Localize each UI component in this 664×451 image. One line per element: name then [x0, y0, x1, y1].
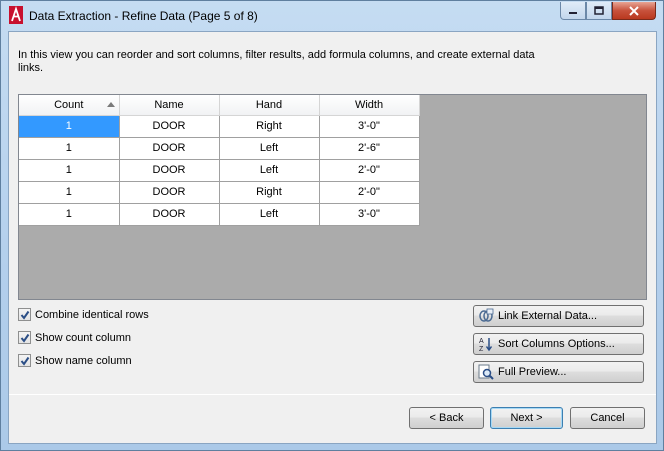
autocad-logo-icon[interactable]	[9, 6, 23, 24]
table-cell[interactable]: 2'-0"	[319, 181, 420, 204]
sort-ascending-icon	[106, 102, 115, 107]
close-button[interactable]	[612, 2, 656, 20]
show-name-column-option[interactable]: Show name column	[18, 354, 132, 367]
checkmark-icon	[20, 310, 29, 320]
table-header-row: Count Name Hand Width	[19, 95, 420, 116]
maximize-icon	[594, 6, 604, 15]
column-header-label: Width	[354, 98, 384, 111]
table-cell[interactable]: Right	[219, 181, 320, 204]
window-title: Data Extraction - Refine Data (Page 5 of…	[29, 9, 258, 23]
title-bar[interactable]: Data Extraction - Refine Data (Page 5 of…	[1, 1, 663, 31]
sort-columns-options-button[interactable]: A Z Sort Columns Options...	[473, 333, 644, 355]
table-cell[interactable]: DOOR	[119, 181, 220, 204]
table-cell[interactable]: 1	[19, 203, 120, 226]
cancel-button[interactable]: Cancel	[570, 407, 645, 429]
minimize-icon	[569, 11, 577, 14]
svg-text:Z: Z	[479, 346, 484, 352]
cancel-button-label: Cancel	[590, 412, 625, 424]
full-preview-button[interactable]: Full Preview...	[473, 361, 644, 383]
table-cell[interactable]: DOOR	[119, 115, 220, 138]
footer-separator	[9, 394, 656, 395]
table-cell[interactable]: Right	[219, 115, 320, 138]
back-button[interactable]: < Back	[409, 407, 484, 429]
table-row[interactable]: 1 DOOR Right 2'-0"	[19, 181, 420, 204]
show-count-column-label: Show count column	[35, 331, 131, 344]
link-external-data-label: Link External Data...	[498, 310, 598, 322]
table-row[interactable]: 1 DOOR Left 3'-0"	[19, 203, 420, 226]
combine-identical-rows-option[interactable]: Combine identical rows	[18, 308, 149, 321]
link-external-data-button[interactable]: Link External Data...	[473, 305, 644, 327]
window-controls	[560, 2, 656, 20]
checkmark-icon	[20, 356, 29, 366]
checkmark-icon	[20, 333, 29, 343]
table-cell[interactable]: 3'-0"	[319, 115, 420, 138]
sort-az-icon: A Z	[478, 336, 494, 352]
table-row[interactable]: 1 DOOR Left 2'-6"	[19, 137, 420, 160]
combine-identical-rows-label: Combine identical rows	[35, 308, 149, 321]
magnifier-preview-icon	[478, 364, 494, 380]
table-cell[interactable]: DOOR	[119, 137, 220, 160]
show-name-column-checkbox[interactable]	[18, 354, 31, 367]
instructions-text: In this view you can reorder and sort co…	[18, 49, 535, 74]
column-header-label: Count	[54, 98, 84, 111]
column-header-name[interactable]: Name	[119, 95, 220, 116]
table-cell[interactable]: DOOR	[119, 203, 220, 226]
next-button-label: Next >	[510, 412, 543, 424]
table-cell[interactable]: DOOR	[119, 159, 220, 182]
table-cell[interactable]: 1	[19, 115, 120, 138]
column-header-count[interactable]: Count	[19, 95, 120, 116]
show-count-column-checkbox[interactable]	[18, 331, 31, 344]
sort-columns-options-label: Sort Columns Options...	[498, 338, 615, 350]
table-cell[interactable]: 1	[19, 181, 120, 204]
show-name-column-label: Show name column	[35, 354, 132, 367]
data-table: Count Name Hand Width 1 DOOR Right 3'-0"	[19, 95, 420, 226]
next-button[interactable]: Next >	[490, 407, 563, 429]
minimize-button[interactable]	[560, 2, 586, 20]
dialog-window: Data Extraction - Refine Data (Page 5 of…	[0, 0, 664, 451]
table-cell[interactable]: Left	[219, 159, 320, 182]
link-external-data-icon	[478, 308, 494, 324]
column-header-width[interactable]: Width	[319, 95, 420, 116]
maximize-button[interactable]	[586, 2, 612, 20]
close-icon	[629, 5, 639, 16]
svg-text:A: A	[479, 338, 484, 345]
dialog-client-area: In this view you can reorder and sort co…	[8, 31, 657, 444]
table-cell[interactable]: 2'-6"	[319, 137, 420, 160]
full-preview-label: Full Preview...	[498, 366, 567, 378]
table-cell[interactable]: 2'-0"	[319, 159, 420, 182]
table-cell[interactable]: 3'-0"	[319, 203, 420, 226]
table-cell[interactable]: 1	[19, 159, 120, 182]
back-button-label: < Back	[429, 412, 464, 424]
table-row[interactable]: 1 DOOR Left 2'-0"	[19, 159, 420, 182]
column-header-label: Name	[154, 98, 184, 111]
data-grid[interactable]: Count Name Hand Width 1 DOOR Right 3'-0"	[18, 94, 647, 300]
column-header-label: Hand	[255, 98, 283, 111]
table-row[interactable]: 1 DOOR Right 3'-0"	[19, 115, 420, 138]
show-count-column-option[interactable]: Show count column	[18, 331, 131, 344]
column-header-hand[interactable]: Hand	[219, 95, 320, 116]
table-cell[interactable]: Left	[219, 203, 320, 226]
table-cell[interactable]: 1	[19, 137, 120, 160]
combine-identical-rows-checkbox[interactable]	[18, 308, 31, 321]
table-cell[interactable]: Left	[219, 137, 320, 160]
